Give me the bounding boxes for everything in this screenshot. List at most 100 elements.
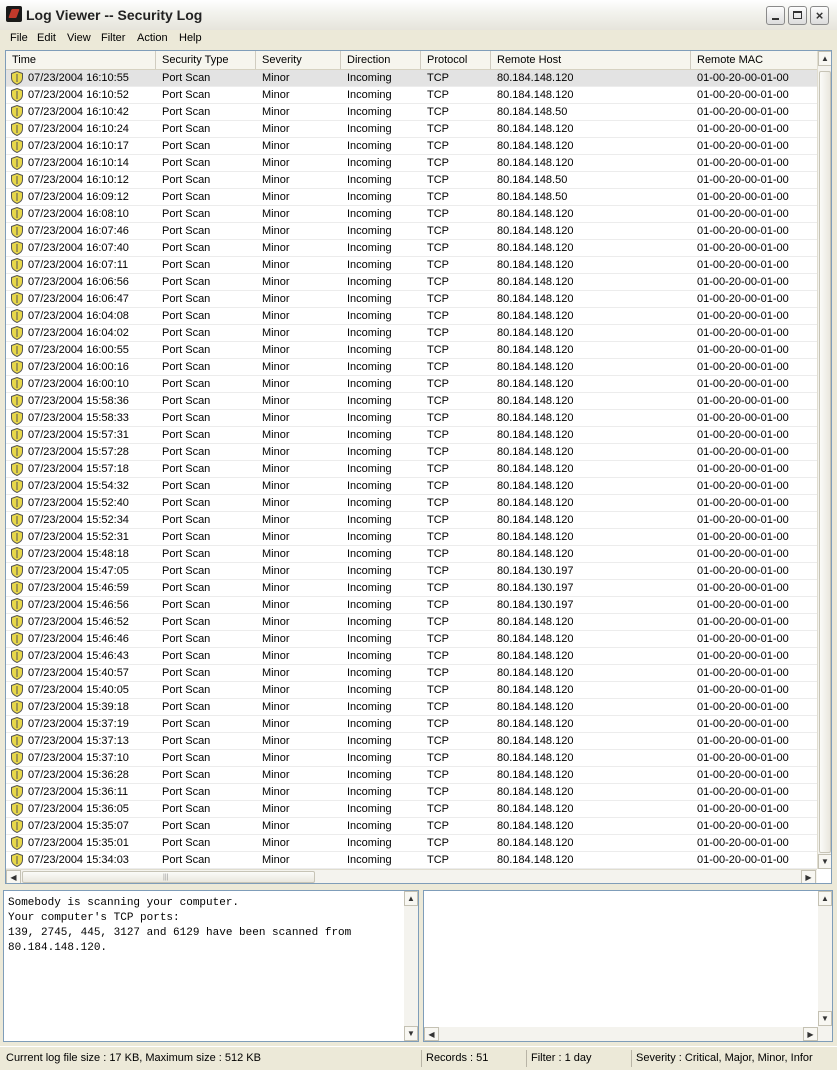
cell-severity: Minor bbox=[262, 429, 290, 441]
scroll-left-button[interactable]: ◀ bbox=[6, 870, 21, 883]
raw-detail-pane[interactable]: ▲ ▼ ◀ ▶ bbox=[423, 890, 833, 1042]
table-row[interactable]: 07/23/2004 15:54:32 Port Scan Minor Incomin… bbox=[6, 478, 817, 495]
vertical-scroll-thumb[interactable] bbox=[819, 71, 831, 853]
table-row[interactable]: 07/23/2004 15:46:56 Port Scan Minor Incomin… bbox=[6, 597, 817, 614]
table-row[interactable]: 07/23/2004 16:07:40 Port Scan Minor Incomin… bbox=[6, 240, 817, 257]
menu-action[interactable]: Action bbox=[137, 32, 168, 44]
app-icon[interactable] bbox=[6, 6, 22, 22]
table-row[interactable]: 07/23/2004 15:37:10 Port Scan Minor Incomin… bbox=[6, 750, 817, 767]
table-row[interactable]: 07/23/2004 16:10:52 Port Scan Minor Incomin… bbox=[6, 87, 817, 104]
cell-remote-mac: 01-00-20-00-01-00 bbox=[697, 72, 789, 84]
table-row[interactable]: 07/23/2004 16:06:47 Port Scan Minor Incomin… bbox=[6, 291, 817, 308]
column-header-protocol[interactable]: Protocol bbox=[421, 51, 491, 69]
table-row[interactable]: 07/23/2004 15:40:57 Port Scan Minor Incomin… bbox=[6, 665, 817, 682]
column-header-direction[interactable]: Direction bbox=[341, 51, 421, 69]
cell-severity: Minor bbox=[262, 327, 290, 339]
column-header-time[interactable]: Time bbox=[6, 51, 156, 69]
raw-scroll-down-button[interactable]: ▼ bbox=[818, 1011, 832, 1026]
table-row[interactable]: 07/23/2004 15:52:34 Port Scan Minor Incomin… bbox=[6, 512, 817, 529]
menu-filter[interactable]: Filter bbox=[101, 32, 125, 44]
table-row[interactable]: 07/23/2004 15:34:03 Port Scan Minor Incomin… bbox=[6, 852, 817, 869]
menu-edit[interactable]: Edit bbox=[37, 32, 56, 44]
column-header-severity[interactable]: Severity bbox=[256, 51, 341, 69]
cell-remote-mac: 01-00-20-00-01-00 bbox=[697, 106, 789, 118]
cell-protocol: TCP bbox=[427, 718, 449, 730]
list-horizontal-scrollbar[interactable]: ◀ ||| ▶ bbox=[6, 869, 817, 883]
scroll-up-button[interactable]: ▲ bbox=[818, 51, 831, 66]
menu-help[interactable]: Help bbox=[179, 32, 202, 44]
scroll-down-button[interactable]: ▼ bbox=[818, 854, 831, 869]
security-log-list[interactable]: Time Security Type Severity Direction Pr… bbox=[5, 50, 832, 884]
table-row[interactable]: 07/23/2004 16:08:10 Port Scan Minor Incomin… bbox=[6, 206, 817, 223]
shield-icon bbox=[11, 258, 23, 272]
detail-vertical-scrollbar[interactable]: ▲ ▼ bbox=[404, 891, 418, 1041]
table-row[interactable]: 07/23/2004 15:52:31 Port Scan Minor Incomin… bbox=[6, 529, 817, 546]
table-row[interactable]: 07/23/2004 15:37:13 Port Scan Minor Incomin… bbox=[6, 733, 817, 750]
table-row[interactable]: 07/23/2004 15:58:36 Port Scan Minor Incomin… bbox=[6, 393, 817, 410]
table-row[interactable]: 07/23/2004 16:10:12 Port Scan Minor Incomin… bbox=[6, 172, 817, 189]
minimize-button[interactable] bbox=[766, 6, 785, 25]
table-row[interactable]: 07/23/2004 16:10:24 Port Scan Minor Incomin… bbox=[6, 121, 817, 138]
table-row[interactable]: 07/23/2004 15:48:18 Port Scan Minor Incomin… bbox=[6, 546, 817, 563]
table-row[interactable]: 07/23/2004 15:36:28 Port Scan Minor Incomin… bbox=[6, 767, 817, 784]
table-row[interactable]: 07/23/2004 16:04:08 Port Scan Minor Incomin… bbox=[6, 308, 817, 325]
cell-security-type: Port Scan bbox=[162, 395, 211, 407]
table-row[interactable]: 07/23/2004 15:35:07 Port Scan Minor Incomin… bbox=[6, 818, 817, 835]
table-row[interactable]: 07/23/2004 15:46:52 Port Scan Minor Incomin… bbox=[6, 614, 817, 631]
maximize-button[interactable] bbox=[788, 6, 807, 25]
table-row[interactable]: 07/23/2004 16:00:55 Port Scan Minor Incomin… bbox=[6, 342, 817, 359]
cell-severity: Minor bbox=[262, 718, 290, 730]
raw-horizontal-scrollbar[interactable]: ◀ ▶ bbox=[424, 1027, 818, 1041]
menu-file[interactable]: File bbox=[10, 32, 28, 44]
table-row[interactable]: 07/23/2004 16:07:46 Port Scan Minor Incomin… bbox=[6, 223, 817, 240]
cell-direction: Incoming bbox=[347, 327, 392, 339]
cell-protocol: TCP bbox=[427, 208, 449, 220]
detail-scroll-down-button[interactable]: ▼ bbox=[404, 1026, 418, 1041]
table-row[interactable]: 07/23/2004 16:00:16 Port Scan Minor Incomin… bbox=[6, 359, 817, 376]
column-header-remote-host[interactable]: Remote Host bbox=[491, 51, 691, 69]
shield-icon bbox=[11, 683, 23, 697]
table-row[interactable]: 07/23/2004 16:10:55 Port Scan Minor Incomin… bbox=[6, 70, 817, 87]
raw-scroll-up-button[interactable]: ▲ bbox=[818, 891, 832, 906]
shield-icon bbox=[11, 309, 23, 323]
table-row[interactable]: 07/23/2004 15:52:40 Port Scan Minor Incomin… bbox=[6, 495, 817, 512]
table-row[interactable]: 07/23/2004 16:09:12 Port Scan Minor Incomin… bbox=[6, 189, 817, 206]
table-row[interactable]: 07/23/2004 15:57:28 Port Scan Minor Incomin… bbox=[6, 444, 817, 461]
raw-scroll-left-button[interactable]: ◀ bbox=[424, 1027, 439, 1041]
cell-severity: Minor bbox=[262, 701, 290, 713]
raw-scroll-right-button[interactable]: ▶ bbox=[803, 1027, 818, 1041]
table-row[interactable]: 07/23/2004 15:46:59 Port Scan Minor Incomin… bbox=[6, 580, 817, 597]
table-row[interactable]: 07/23/2004 16:10:42 Port Scan Minor Incomin… bbox=[6, 104, 817, 121]
table-row[interactable]: 07/23/2004 15:36:11 Port Scan Minor Incomin… bbox=[6, 784, 817, 801]
table-row[interactable]: 07/23/2004 16:06:56 Port Scan Minor Incomin… bbox=[6, 274, 817, 291]
table-row[interactable]: 07/23/2004 15:57:18 Port Scan Minor Incomin… bbox=[6, 461, 817, 478]
table-row[interactable]: 07/23/2004 15:40:05 Port Scan Minor Incomin… bbox=[6, 682, 817, 699]
table-row[interactable]: 07/23/2004 15:58:33 Port Scan Minor Incomin… bbox=[6, 410, 817, 427]
raw-vertical-scrollbar[interactable]: ▲ ▼ bbox=[818, 891, 832, 1041]
column-header-remote-mac[interactable]: Remote MAC bbox=[691, 51, 817, 69]
scroll-right-button[interactable]: ▶ bbox=[801, 870, 816, 883]
table-row[interactable]: 07/23/2004 16:07:11 Port Scan Minor Incomin… bbox=[6, 257, 817, 274]
table-row[interactable]: 07/23/2004 15:36:05 Port Scan Minor Incomin… bbox=[6, 801, 817, 818]
table-row[interactable]: 07/23/2004 15:37:19 Port Scan Minor Incomin… bbox=[6, 716, 817, 733]
table-row[interactable]: 07/23/2004 16:00:10 Port Scan Minor Incomin… bbox=[6, 376, 817, 393]
detail-scroll-up-button[interactable]: ▲ bbox=[404, 891, 418, 906]
table-row[interactable]: 07/23/2004 16:10:14 Port Scan Minor Incomin… bbox=[6, 155, 817, 172]
menu-view[interactable]: View bbox=[67, 32, 91, 44]
table-row[interactable]: 07/23/2004 15:47:05 Port Scan Minor Incomin… bbox=[6, 563, 817, 580]
table-row[interactable]: 07/23/2004 15:46:43 Port Scan Minor Incomin… bbox=[6, 648, 817, 665]
cell-severity: Minor bbox=[262, 531, 290, 543]
table-row[interactable]: 07/23/2004 15:46:46 Port Scan Minor Incomin… bbox=[6, 631, 817, 648]
list-vertical-scrollbar[interactable]: ▲ ▼ bbox=[817, 51, 831, 869]
table-row[interactable]: 07/23/2004 15:57:31 Port Scan Minor Incomin… bbox=[6, 427, 817, 444]
event-detail-pane[interactable]: Somebody is scanning your computer. Your… bbox=[3, 890, 419, 1042]
table-row[interactable]: 07/23/2004 16:10:17 Port Scan Minor Incomin… bbox=[6, 138, 817, 155]
horizontal-scroll-thumb[interactable]: ||| bbox=[22, 871, 315, 883]
title-bar[interactable]: Log Viewer -- Security Log × bbox=[0, 0, 837, 31]
column-header-security-type[interactable]: Security Type bbox=[156, 51, 256, 69]
close-button[interactable]: × bbox=[810, 6, 829, 25]
table-row[interactable]: 07/23/2004 15:35:01 Port Scan Minor Incomin… bbox=[6, 835, 817, 852]
cell-direction: Incoming bbox=[347, 344, 392, 356]
table-row[interactable]: 07/23/2004 15:39:18 Port Scan Minor Incomin… bbox=[6, 699, 817, 716]
table-row[interactable]: 07/23/2004 16:04:02 Port Scan Minor Incomin… bbox=[6, 325, 817, 342]
